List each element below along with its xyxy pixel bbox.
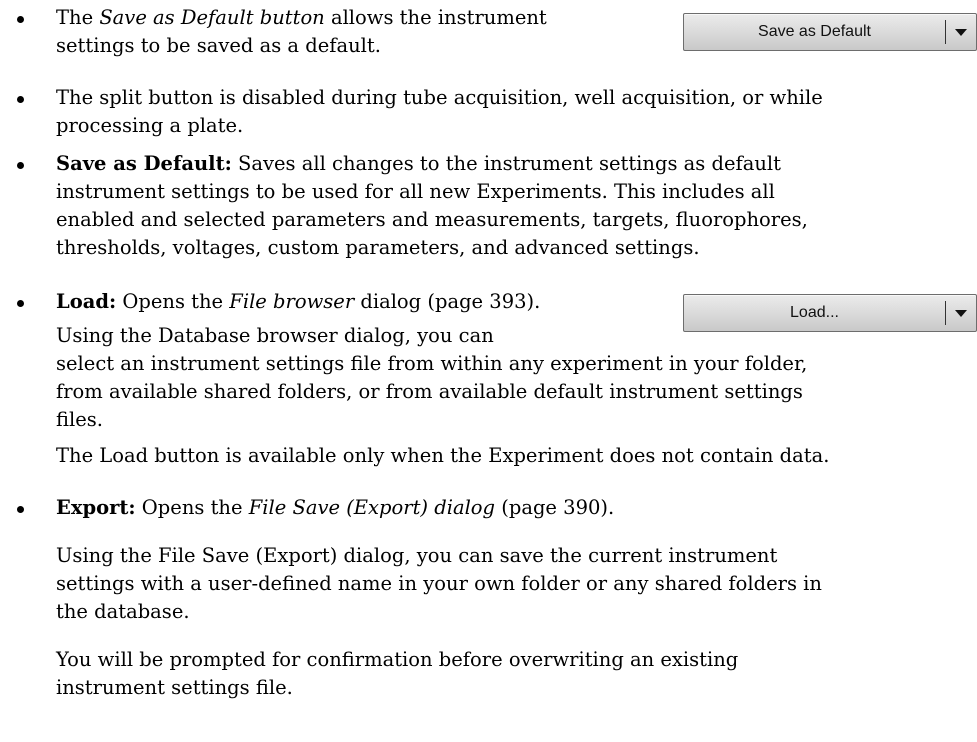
dropdown-arrow-icon[interactable] [946, 14, 976, 50]
load-definition: Load: Opens the File browser dialog (pag… [56, 290, 541, 313]
bullet-marker [14, 13, 26, 25]
export-dialog-description: Using the File Save (Export) dialog, you… [56, 544, 822, 623]
bullet-marker [14, 159, 26, 171]
bullet-marker [14, 93, 26, 105]
save-as-default-split-button[interactable]: Save as Default [683, 13, 977, 51]
bullet-marker [14, 503, 26, 515]
save-as-default-definition: Save as Default: Saves all changes to th… [56, 152, 808, 259]
dropdown-arrow-icon[interactable] [946, 295, 976, 331]
load-availability-note: The Load button is available only when t… [56, 444, 830, 467]
save-as-default-button[interactable]: Save as Default [684, 14, 945, 50]
export-definition: Export: Opens the File Save (Export) dia… [56, 496, 615, 519]
bullet-marker [14, 297, 26, 309]
save-as-default-description: The Save as Default button allows the in… [56, 6, 547, 57]
split-button-disabled-note: The split button is disabled during tube… [56, 86, 823, 137]
load-browser-description: Using the Database browser dialog, you c… [56, 324, 808, 431]
export-overwrite-note: You will be prompted for confirmation be… [56, 648, 739, 699]
